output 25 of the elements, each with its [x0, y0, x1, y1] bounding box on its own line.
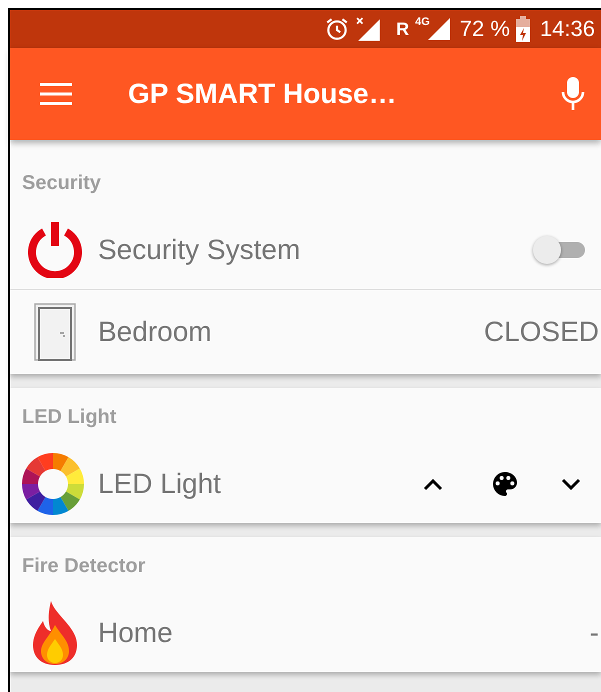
device-name: Security System	[98, 234, 302, 266]
section-header: LED Light	[21, 405, 118, 430]
network-type: 4G	[415, 16, 430, 28]
chevron-up-icon	[423, 478, 443, 490]
device-status: CLOSED	[484, 316, 600, 348]
signal-icon	[356, 17, 382, 41]
battery-percentage: 72 %	[460, 16, 510, 42]
device-name: Home	[98, 617, 174, 649]
toggle-switch[interactable]	[531, 234, 587, 266]
menu-icon	[40, 82, 72, 106]
device-status: -	[590, 617, 600, 649]
voice-button[interactable]	[561, 77, 585, 111]
battery-charging-icon	[516, 16, 530, 42]
section-header: Security	[21, 171, 102, 196]
clock-time: 14:36	[540, 16, 595, 42]
menu-button[interactable]	[40, 82, 72, 106]
alarm-clock-icon	[324, 16, 350, 42]
section-header: Fire Detector	[21, 554, 146, 579]
signal-icon	[428, 17, 450, 41]
roaming-indicator: R	[396, 18, 410, 40]
app-title: GP SMART House…	[128, 78, 398, 110]
device-name: Bedroom	[98, 316, 213, 348]
microphone-icon	[561, 77, 585, 111]
device-name: LED Light	[98, 468, 222, 500]
chevron-down-icon	[561, 478, 581, 490]
